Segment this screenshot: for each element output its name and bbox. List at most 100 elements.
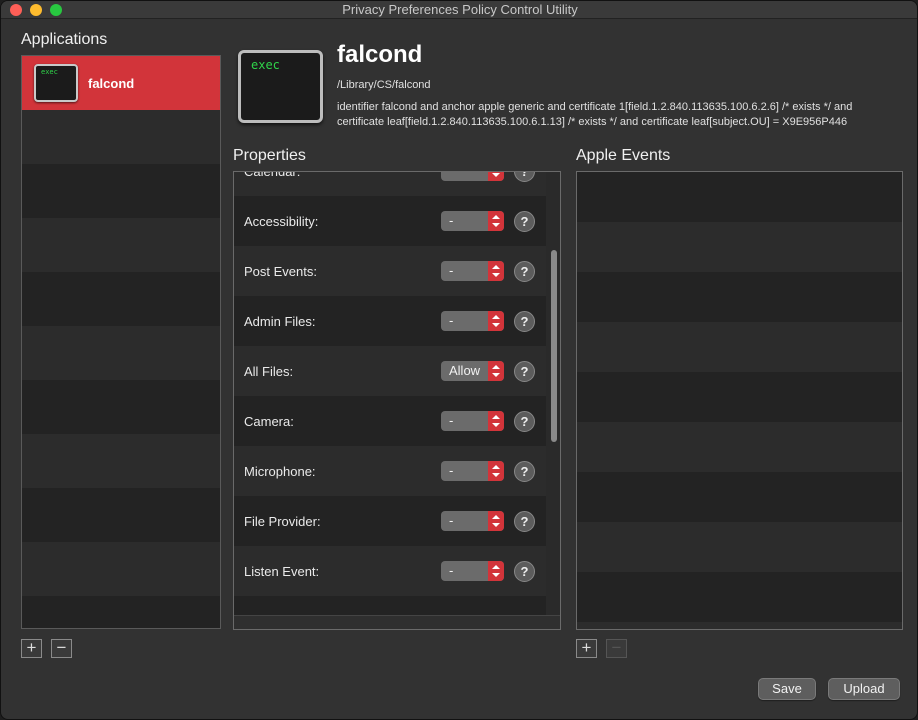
property-row: File Provider: -? <box>234 496 546 546</box>
empty-list-row <box>577 622 902 629</box>
properties-table[interactable]: Calendar: -? Accessibility: -? Post Events: -… <box>233 171 561 630</box>
popup-value: Allow <box>449 363 481 378</box>
help-button[interactable]: ? <box>514 211 535 232</box>
empty-list-row <box>22 272 220 326</box>
popup-value: - <box>449 563 454 578</box>
popup-value: - <box>449 313 454 328</box>
chevron-updown-icon <box>488 172 504 181</box>
popup-value: - <box>449 413 454 428</box>
property-label: Camera: <box>244 414 294 429</box>
help-button[interactable]: ? <box>514 172 535 182</box>
property-row: Calendar: -? <box>234 172 546 196</box>
property-row: All Files: Allow? <box>234 346 546 396</box>
property-value-popup[interactable]: - <box>441 411 504 431</box>
help-button[interactable]: ? <box>514 311 535 332</box>
property-row: Microphone: -? <box>234 446 546 496</box>
app-window: Privacy Preferences Policy Control Utili… <box>0 0 918 720</box>
empty-list-row <box>577 422 902 472</box>
property-value-popup[interactable]: - <box>441 172 504 181</box>
applications-list[interactable]: exec falcond <box>21 55 221 629</box>
add-application-button[interactable]: + <box>21 639 42 658</box>
property-label: Admin Files: <box>244 314 316 329</box>
save-button[interactable]: Save <box>758 678 816 700</box>
chevron-updown-icon <box>488 311 504 331</box>
help-button[interactable]: ? <box>514 511 535 532</box>
code-requirement: identifier falcond and anchor apple gene… <box>337 101 853 128</box>
property-value-popup[interactable]: - <box>441 211 504 231</box>
apple-events-heading: Apple Events <box>576 147 671 164</box>
scroll-thumb[interactable] <box>551 250 557 442</box>
empty-list-row <box>22 326 220 380</box>
help-button[interactable]: ? <box>514 461 535 482</box>
empty-list-row <box>577 322 902 372</box>
empty-list-row <box>22 596 220 628</box>
chevron-updown-icon <box>488 561 504 581</box>
properties-heading: Properties <box>233 147 306 164</box>
chevron-updown-icon <box>488 361 504 381</box>
empty-list-row <box>22 434 220 488</box>
app-name-title: falcond <box>337 41 423 68</box>
remove-application-button[interactable]: − <box>51 639 72 658</box>
empty-list-row <box>22 110 220 164</box>
empty-list-row <box>577 172 902 222</box>
exec-app-icon: exec <box>34 64 78 102</box>
empty-list-row <box>577 572 902 622</box>
chevron-updown-icon <box>488 211 504 231</box>
popup-value: - <box>449 463 454 478</box>
property-value-popup[interactable]: - <box>441 511 504 531</box>
applications-heading: Applications <box>21 31 108 48</box>
empty-list-row <box>22 488 220 542</box>
chevron-updown-icon <box>488 511 504 531</box>
add-apple-event-button[interactable]: + <box>576 639 597 658</box>
empty-property-row <box>234 596 546 615</box>
property-row: Camera: -? <box>234 396 546 446</box>
window-title: Privacy Preferences Policy Control Utili… <box>342 2 578 17</box>
popup-value: - <box>449 263 454 278</box>
exec-icon-text: exec <box>251 58 280 72</box>
apple-events-list[interactable] <box>576 171 903 630</box>
empty-list-row <box>22 380 220 434</box>
chevron-updown-icon <box>488 261 504 281</box>
help-button[interactable]: ? <box>514 561 535 582</box>
property-value-popup[interactable]: - <box>441 261 504 281</box>
empty-list-row <box>577 372 902 422</box>
property-row: Accessibility: -? <box>234 196 546 246</box>
empty-list-row <box>577 522 902 572</box>
chevron-updown-icon <box>488 411 504 431</box>
help-button[interactable]: ? <box>514 261 535 282</box>
app-path: /Library/CS/falcond <box>337 79 431 91</box>
app-list-item-label: falcond <box>88 76 135 91</box>
titlebar: Privacy Preferences Policy Control Utili… <box>1 1 917 19</box>
property-label: Listen Event: <box>244 564 320 579</box>
property-value-popup[interactable]: Allow <box>441 361 504 381</box>
exec-icon-text: exec <box>41 68 58 76</box>
property-label: All Files: <box>244 364 294 379</box>
popup-value: - <box>449 172 453 178</box>
property-value-popup[interactable]: - <box>441 561 504 581</box>
empty-list-row <box>22 218 220 272</box>
property-value-popup[interactable]: - <box>441 461 504 481</box>
remove-apple-event-button[interactable]: − <box>606 639 627 658</box>
properties-scrollbar[interactable] <box>546 172 560 615</box>
help-button[interactable]: ? <box>514 361 535 382</box>
property-label: Post Events: <box>244 264 317 279</box>
empty-list-row <box>22 542 220 596</box>
popup-value: - <box>449 213 454 228</box>
chevron-updown-icon <box>488 461 504 481</box>
upload-button[interactable]: Upload <box>828 678 900 700</box>
property-row: Listen Event: -? <box>234 546 546 596</box>
popup-value: - <box>449 513 454 528</box>
properties-scroll-area[interactable]: Calendar: -? Accessibility: -? Post Events: -… <box>234 172 546 615</box>
exec-app-icon-large: exec <box>238 50 323 123</box>
property-row: Admin Files: -? <box>234 296 546 346</box>
property-label: File Provider: <box>244 514 321 529</box>
help-button[interactable]: ? <box>514 411 535 432</box>
app-list-item-falcond[interactable]: exec falcond <box>22 56 220 110</box>
empty-list-row <box>22 164 220 218</box>
property-value-popup[interactable]: - <box>441 311 504 331</box>
empty-list-row <box>577 272 902 322</box>
properties-bottom-bar <box>234 615 560 629</box>
empty-list-row <box>577 472 902 522</box>
property-label: Microphone: <box>244 464 316 479</box>
property-row: Post Events: -? <box>234 246 546 296</box>
